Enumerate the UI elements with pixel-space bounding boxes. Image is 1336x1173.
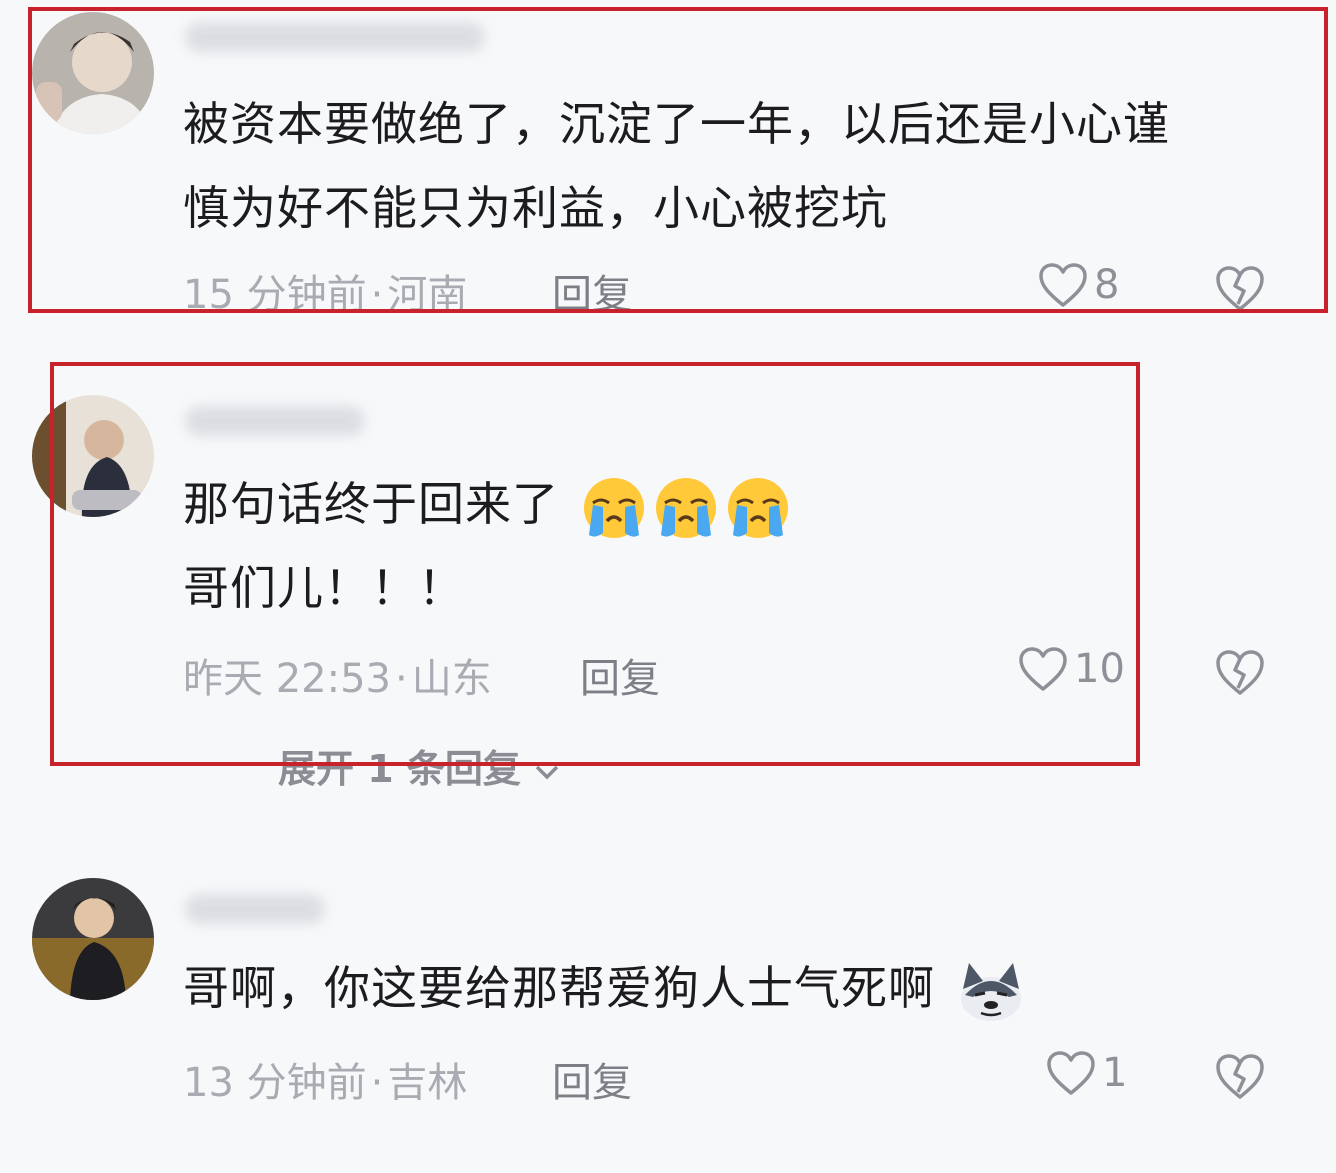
- comment-item-3: 哥啊，你这要给那帮爱狗人士气死啊 13 分钟前 · 吉林 回复 1: [0, 860, 1336, 1120]
- comment-text-line: 那句话终于回来了: [183, 462, 791, 546]
- avatar[interactable]: [32, 878, 154, 1000]
- comment-time: 昨天 22:53: [183, 656, 391, 702]
- heart-broken-icon[interactable]: [1214, 1052, 1266, 1100]
- reply-button[interactable]: 回复: [580, 646, 660, 704]
- like-button[interactable]: 1: [1046, 1050, 1127, 1096]
- meta-separator: ·: [370, 1060, 384, 1106]
- comment-location: 山东: [411, 656, 492, 702]
- like-button[interactable]: 8: [1038, 262, 1119, 308]
- comment-item-1: 被资本要做绝了，沉淀了一年，以后还是小心谨 慎为好不能只为利益，小心被挖坑 15…: [0, 0, 1336, 330]
- like-count: 8: [1094, 262, 1120, 308]
- heart-broken-icon[interactable]: [1214, 264, 1266, 312]
- heart-broken-icon[interactable]: [1214, 648, 1266, 696]
- comment-meta: 13 分钟前 · 吉林: [183, 1050, 467, 1108]
- like-count: 10: [1074, 646, 1125, 692]
- reply-button[interactable]: 回复: [552, 1050, 632, 1108]
- chevron-down-icon: [535, 765, 559, 779]
- reply-button[interactable]: 回复: [552, 262, 632, 320]
- crying-face-emoji: [727, 477, 788, 538]
- comment-text-line: 慎为好不能只为利益，小心被挖坑: [183, 181, 888, 235]
- comment-location: 吉林: [387, 1060, 468, 1106]
- heart-icon: [1039, 263, 1087, 307]
- comment-text-line: 被资本要做绝了，沉淀了一年，以后还是小心谨: [183, 97, 1170, 151]
- username-blurred[interactable]: [185, 894, 325, 924]
- crying-face-emoji: [655, 477, 716, 538]
- username-blurred[interactable]: [185, 406, 365, 436]
- crying-face-emoji: [583, 477, 644, 538]
- comment-meta: 昨天 22:53 · 山东: [183, 646, 492, 704]
- comment-meta: 15 分钟前 · 河南: [183, 262, 467, 320]
- avatar[interactable]: [32, 395, 154, 517]
- comment-text-line: 哥啊，你这要给那帮爱狗人士气死啊: [183, 946, 1025, 1030]
- comment-item-2: 那句话终于回来了 哥们儿！！！ 昨天 22:53 · 山东 回复 10 展开 1 条…: [0, 380, 1336, 800]
- heart-icon: [1047, 1051, 1095, 1095]
- like-button[interactable]: 10: [1018, 646, 1125, 692]
- dog-face-emoji: [960, 962, 1021, 1021]
- comment-text: 哥啊，你这要给那帮爱狗人士气死啊: [183, 961, 935, 1015]
- expand-replies-button[interactable]: 展开 1 条回复: [278, 738, 560, 793]
- meta-separator: ·: [395, 656, 408, 702]
- comment-time: 13 分钟前: [183, 1060, 367, 1106]
- username-blurred[interactable]: [185, 22, 485, 52]
- expand-label: 展开 1 条回复: [278, 747, 521, 791]
- avatar[interactable]: [32, 12, 154, 134]
- meta-separator: ·: [370, 272, 384, 318]
- comment-time: 15 分钟前: [183, 272, 367, 318]
- like-count: 1: [1102, 1050, 1128, 1096]
- comment-location: 河南: [387, 272, 468, 318]
- heart-icon: [1019, 647, 1067, 691]
- comment-text-line: 哥们儿！！！: [183, 561, 465, 615]
- comment-text: 那句话终于回来了: [183, 477, 559, 531]
